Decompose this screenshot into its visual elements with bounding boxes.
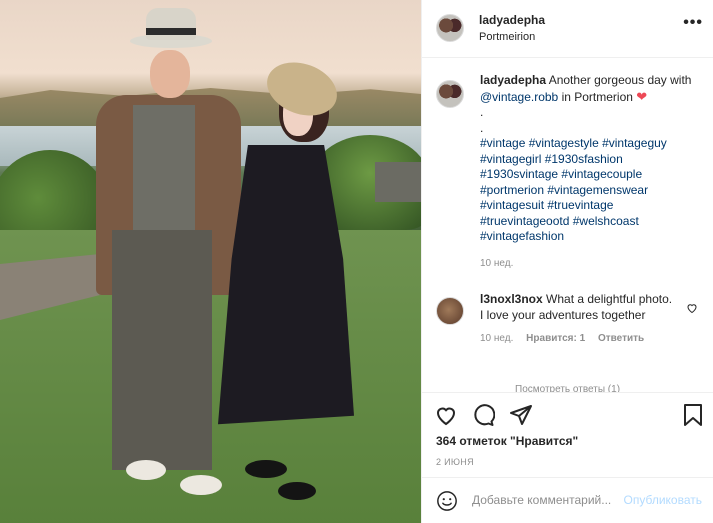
comment: l3noxl3nox What a delightful photo. I lo… — [422, 292, 713, 347]
comment-bubble-icon[interactable] — [471, 403, 496, 427]
man-trousers — [112, 230, 212, 470]
commenter-username[interactable]: l3noxl3nox — [480, 292, 543, 306]
man-shoe-right — [180, 475, 222, 495]
more-options-icon[interactable]: ••• — [683, 14, 703, 32]
woman-shoe-right — [278, 482, 316, 500]
caption-dot: . — [480, 120, 484, 135]
caption-username[interactable]: ladyadepha — [480, 73, 546, 87]
like-heart-icon[interactable] — [434, 403, 458, 427]
woman-shoe-left — [245, 460, 287, 478]
post-header: ladyadepha Portmeirion ••• — [422, 0, 713, 58]
commenter-avatar[interactable] — [436, 297, 464, 325]
show-replies-link[interactable]: Посмотреть ответы (1) — [515, 384, 620, 392]
comment-time[interactable]: 10 нед. — [480, 333, 513, 344]
post-location[interactable]: Portmeirion — [479, 31, 535, 43]
stone-wall — [375, 162, 421, 202]
share-paper-plane-icon[interactable] — [509, 403, 533, 427]
likes-count[interactable]: 364 отметок "Нравится" — [436, 434, 578, 448]
author-avatar[interactable] — [436, 14, 464, 42]
caption-time[interactable]: 10 нед. — [480, 256, 694, 272]
bookmark-icon[interactable] — [682, 403, 704, 427]
post-photo[interactable] — [0, 0, 421, 523]
comment-likes[interactable]: Нравится: 1 — [526, 333, 585, 344]
caption-hashtags[interactable]: #vintage #vintagestyle #vintageguy #vint… — [480, 136, 667, 243]
emoji-smile-icon[interactable] — [436, 490, 458, 512]
caption-text-before: Another gorgeous day with — [548, 73, 692, 87]
caption-text-after: in Portmerion — [561, 89, 633, 104]
caption-mention[interactable]: @vintage.robb — [480, 90, 558, 104]
post-date[interactable]: 2 ИЮНЯ — [436, 457, 474, 467]
caption-avatar[interactable] — [436, 80, 464, 108]
add-comment-bar: Добавьте комментарий... Опубликовать — [422, 477, 713, 523]
man-shoe-left — [126, 460, 166, 480]
reply-button[interactable]: Ответить — [598, 333, 644, 344]
man-face — [150, 50, 190, 98]
comment-meta: 10 нед. Нравится: 1 Ответить — [480, 331, 674, 347]
comment-like-heart-icon[interactable] — [686, 302, 698, 314]
caption-body: ladyadepha Another gorgeous day with @vi… — [480, 73, 694, 271]
action-icons — [434, 403, 543, 429]
author-username[interactable]: ladyadepha — [479, 13, 545, 27]
man-hat — [130, 8, 212, 52]
post-panel: ladyadepha Portmeirion ••• ladyadepha An… — [421, 0, 713, 523]
comment-input[interactable]: Добавьте комментарий... — [472, 493, 611, 507]
caption-dot: . — [480, 105, 484, 119]
man-vest — [133, 105, 195, 240]
post-comment-button[interactable]: Опубликовать — [624, 493, 702, 507]
comment-body: l3noxl3nox What a delightful photo. I lo… — [480, 292, 674, 347]
caption: ladyadepha Another gorgeous day with @vi… — [422, 73, 713, 271]
heart-emoji-icon: ❤ — [636, 88, 648, 104]
